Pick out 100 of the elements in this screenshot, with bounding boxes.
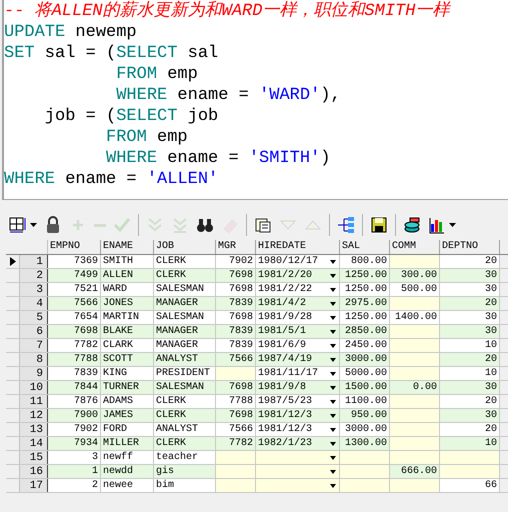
table-cell: 1300.00 [340,437,390,450]
table-cell: 800.00 [340,255,390,268]
table-cell: 2450.00 [340,339,390,352]
table-cell: bim [154,479,216,492]
row-number[interactable]: 8 [20,353,48,366]
date-dropdown-field[interactable]: 1981/9/8 [256,381,340,394]
column-header[interactable]: COMM [390,240,440,254]
date-dropdown-field[interactable]: 1981/12/3 [256,423,340,436]
table-cell: SMITH [101,255,154,268]
table-cell: newdd [101,465,154,478]
row-number[interactable]: 13 [20,423,48,436]
table-cell: ANALYST [154,423,216,436]
table-cell: 66 [440,479,500,492]
column-header[interactable]: DEPTNO [440,240,500,254]
table-cell: 1400.00 [390,311,440,324]
table-cell: SALESMAN [154,311,216,324]
table-cell: PRESIDENT [154,367,216,380]
table-cell: gis [154,465,216,478]
sql-editor[interactable]: -- 将ALLEN的薪水更新为和WARD一样，职位和SMITH一样 UPDATE newemp SET sal = (SELECT sal FROM emp WHERE ename = 'WARD'), job = (SELECT job FROM emp WHERE ename = 'SMITH') WHERE ename = 'ALLEN' [2,0,508,200]
table-cell: CLERK [154,269,216,282]
table-cell: JONES [101,297,154,310]
date-dropdown-field[interactable]: 1981/2/22 [256,283,340,296]
date-dropdown-field[interactable]: 1982/1/23 [256,437,340,450]
row-number[interactable]: 4 [20,297,48,310]
row-number[interactable]: 9 [20,367,48,380]
row-number[interactable]: 1 [20,255,48,268]
row-number[interactable]: 15 [20,451,48,464]
table-cell: 2 [48,479,101,492]
checkmark-icon [113,216,131,234]
date-dropdown-field[interactable]: 1981/11/17 [256,367,340,380]
caret-icon [330,372,336,376]
table-cell: 666.00 [390,465,440,478]
caret-icon [330,358,336,362]
caret-icon [30,223,37,227]
table-cell: 7698 [216,409,256,422]
row-number[interactable]: 3 [20,283,48,296]
table-cell: 20 [440,423,500,436]
date-dropdown-field[interactable]: 1981/6/9 [256,339,340,352]
row-number[interactable]: 5 [20,311,48,324]
caret-icon [330,274,336,278]
table-cell: JAMES [101,409,154,422]
column-header[interactable]: SAL [340,240,390,254]
table-cell: 30 [440,325,500,338]
table-cell: 3000.00 [340,353,390,366]
date-dropdown-field[interactable] [256,451,340,464]
caret-icon [330,260,336,264]
table-cell: 1250.00 [340,311,390,324]
date-dropdown-field[interactable]: 1981/5/1 [256,325,340,338]
row-number[interactable]: 16 [20,465,48,478]
date-dropdown-field[interactable]: 1980/12/17 [256,255,340,268]
grid-icon [9,216,27,234]
double-chevron-down-icon [171,216,189,234]
row-number[interactable]: 6 [20,325,48,338]
table-cell: 1250.00 [340,269,390,282]
table-cell: 20 [440,255,500,268]
row-number[interactable]: 12 [20,409,48,422]
caret-icon [330,344,336,348]
table-cell: 7900 [48,409,101,422]
table-cell: 1250.00 [340,283,390,296]
table-cell: CLERK [154,437,216,450]
bar-chart-icon [428,216,446,234]
row-number[interactable]: 17 [20,479,48,492]
date-dropdown-field[interactable]: 1987/5/23 [256,395,340,408]
column-header[interactable]: HIREDATE [256,240,340,254]
row-number[interactable]: 14 [20,437,48,450]
date-dropdown-field[interactable]: 1987/4/19 [256,353,340,366]
date-dropdown-field[interactable]: 1981/12/3 [256,409,340,422]
column-header[interactable]: ENAME [101,240,154,254]
table-cell: 20 [440,395,500,408]
row-number[interactable]: 2 [20,269,48,282]
date-dropdown-field[interactable]: 1981/9/28 [256,311,340,324]
table-cell: BLAKE [101,325,154,338]
table-cell: WARD [101,283,154,296]
table-cell: 7788 [216,395,256,408]
code-comment: -- 将ALLEN的薪水更新为和WARD一样，职位和SMITH一样 [4,1,450,22]
column-header[interactable]: MGR [216,240,256,254]
table-cell: 5000.00 [340,367,390,380]
table-cell: 1500.00 [340,381,390,394]
table-cell: 7698 [216,381,256,394]
code-line: FROM emp [115,64,198,85]
table-cell: 7839 [216,339,256,352]
row-number[interactable]: 11 [20,395,48,408]
column-header[interactable]: JOB [154,240,216,254]
table-cell: CLERK [154,255,216,268]
table-cell: 7698 [48,325,101,338]
table-cell: 30 [440,311,500,324]
date-dropdown-field[interactable] [256,465,340,478]
lock-icon [44,216,62,234]
date-dropdown-field[interactable]: 1981/4/2 [256,297,340,310]
table-cell: newff [101,451,154,464]
caret-icon [330,400,336,404]
date-dropdown-field[interactable]: 1981/2/20 [256,269,340,282]
row-number[interactable]: 7 [20,339,48,352]
column-header[interactable]: EMPNO [48,240,101,254]
caret-icon [449,223,456,227]
date-dropdown-field[interactable] [256,479,340,492]
database-icon [403,216,421,234]
row-number[interactable]: 10 [20,381,48,394]
tree-diagram-icon [337,216,355,234]
toolbar-button[interactable] [336,214,356,236]
